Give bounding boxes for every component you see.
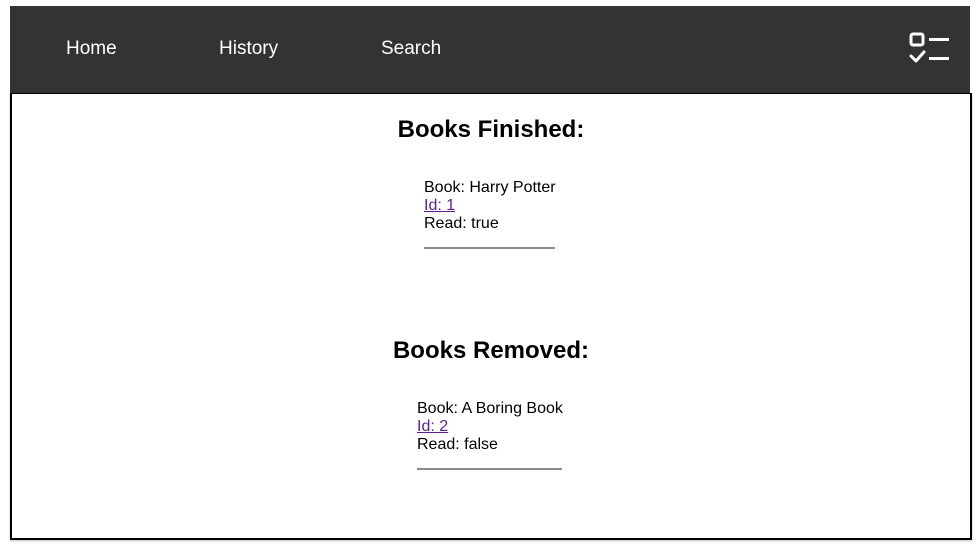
- book-divider: [417, 468, 562, 470]
- books-removed-heading: Books Removed:: [392, 337, 590, 364]
- removed-book-card: Book: A Boring Book Id: 2 Read: false: [417, 400, 563, 470]
- books-finished-heading: Books Finished:: [397, 116, 585, 143]
- book-divider: [424, 247, 555, 249]
- page: Home History Search Books Finished: Book…: [0, 0, 978, 550]
- book-title: Book: Harry Potter: [424, 179, 556, 196]
- nav-history-link[interactable]: History: [219, 38, 278, 60]
- checklist-icon[interactable]: [908, 31, 952, 67]
- nav-search-link[interactable]: Search: [381, 38, 441, 60]
- top-navbar: Home History Search: [10, 6, 970, 94]
- nav-home-link[interactable]: Home: [66, 38, 117, 60]
- finished-book-card: Book: Harry Potter Id: 1 Read: true: [424, 179, 556, 249]
- book-title: Book: A Boring Book: [417, 400, 563, 417]
- book-id-link[interactable]: Id: 2: [417, 418, 563, 436]
- content-panel: Books Finished: Book: Harry Potter Id: 1…: [10, 93, 972, 540]
- book-id-link[interactable]: Id: 1: [424, 197, 556, 215]
- book-read-status: Read: false: [417, 436, 498, 453]
- book-read-status: Read: true: [424, 215, 499, 232]
